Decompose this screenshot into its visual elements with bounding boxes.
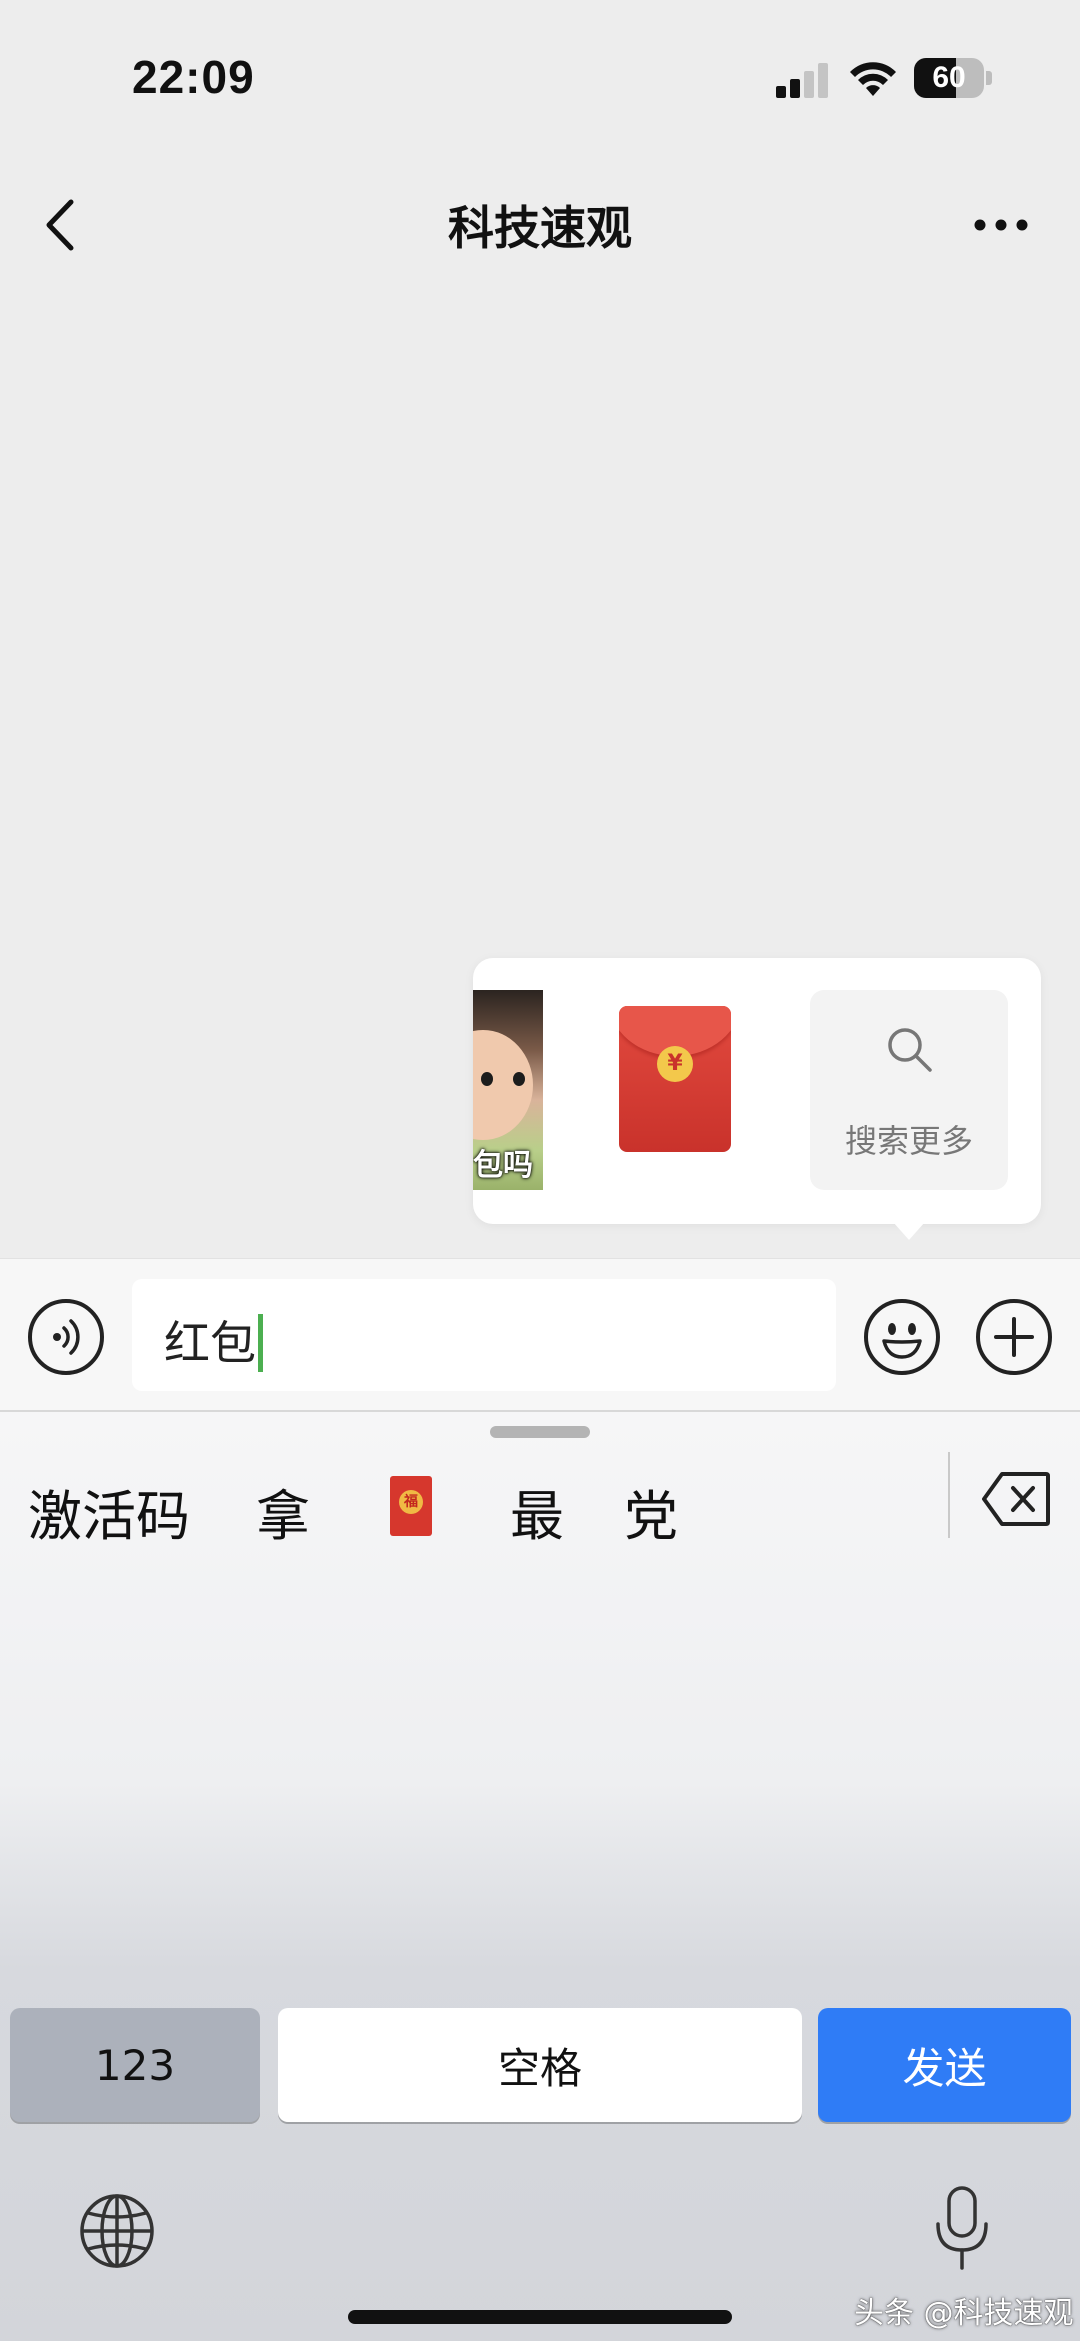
sticker-caption: 包吗 — [473, 1148, 533, 1183]
backspace-icon[interactable] — [980, 1470, 1052, 1528]
message-text-value: 红包 — [164, 1316, 256, 1370]
battery-icon: 60 — [914, 58, 992, 98]
ellipsis-icon — [974, 219, 1028, 231]
numbers-key[interactable]: 123 — [10, 2008, 260, 2122]
candidate-item[interactable]: 拿 — [256, 1472, 310, 1551]
message-text-field[interactable]: 红包 — [132, 1279, 836, 1391]
plus-button[interactable] — [976, 1299, 1052, 1375]
emoji-button[interactable] — [864, 1299, 940, 1375]
status-time: 22:09 — [132, 51, 255, 103]
search-more-label: 搜索更多 — [844, 1122, 973, 1160]
candidate-bar: 激活码 拿 福 最 党 — [0, 1462, 950, 1562]
popup-pointer — [893, 1222, 925, 1240]
cellular-signal-icon — [776, 63, 828, 98]
voice-button[interactable] — [28, 1299, 104, 1375]
more-button[interactable] — [966, 200, 1036, 250]
microphone-icon[interactable] — [932, 2184, 992, 2274]
fu-character: 福 — [399, 1490, 423, 1514]
red-envelope-sticker[interactable]: ¥ — [619, 1006, 731, 1152]
candidate-item[interactable]: 最 — [510, 1472, 564, 1551]
globe-icon[interactable] — [78, 2192, 156, 2270]
search-icon — [888, 1028, 932, 1072]
candidate-item[interactable]: 激活码 — [28, 1472, 190, 1551]
watermark-text: 头条 @科技速观 — [854, 2296, 1074, 2331]
message-input-bar: 红包 — [0, 1258, 1080, 1412]
candidate-item[interactable]: 党 — [624, 1472, 678, 1551]
space-key[interactable]: 空格 — [278, 2008, 802, 2122]
emoji-icon — [882, 1323, 922, 1359]
search-more-button[interactable]: 搜索更多 — [810, 990, 1008, 1190]
yuan-coin-icon: ¥ — [657, 1046, 693, 1082]
keyboard-drag-handle[interactable] — [490, 1426, 590, 1438]
photo-sticker[interactable]: 包吗 — [473, 990, 543, 1190]
keyboard: 激活码 拿 福 最 党 123 空格 发送 头条 @科技速观 — [0, 1412, 1080, 2341]
plus-circle-icon — [994, 1317, 1034, 1357]
red-envelope-emoji[interactable]: 福 — [390, 1476, 432, 1536]
chat-title: 科技速观 — [448, 201, 632, 255]
home-indicator[interactable] — [348, 2310, 732, 2324]
wifi-icon — [850, 62, 896, 96]
voice-icon — [53, 1319, 80, 1355]
battery-level: 60 — [932, 61, 966, 94]
nav-bar: 科技速观 — [0, 160, 1080, 290]
text-caret — [258, 1313, 263, 1372]
candidate-divider — [948, 1452, 950, 1538]
status-bar: 22:09 60 — [0, 0, 1080, 160]
send-key[interactable]: 发送 — [818, 2008, 1071, 2122]
sticker-suggestion-popup: 包吗 ¥ 搜索更多 — [473, 958, 1041, 1224]
